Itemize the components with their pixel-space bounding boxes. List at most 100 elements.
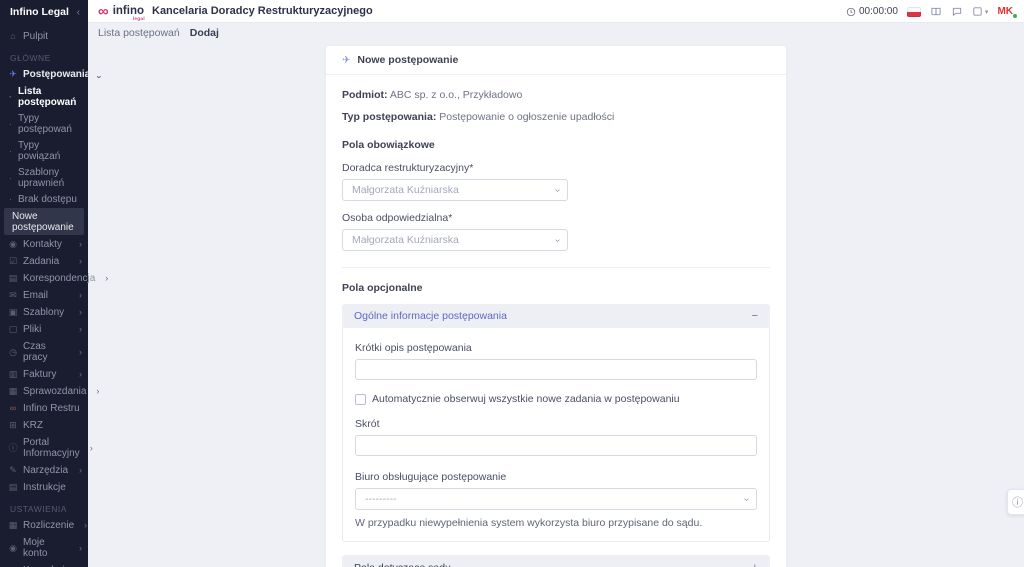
apps-icon xyxy=(972,6,983,17)
sidebar-item-brak-dostepu[interactable]: ·Brak dostępu xyxy=(0,191,88,207)
sidebar-item-portal-informacyjny[interactable]: ⓘPortal Informacyjny› xyxy=(0,434,88,462)
chevron-right-icon: › xyxy=(74,465,82,476)
sidebar-item-label: Lista postępowań xyxy=(18,86,82,108)
work-timer[interactable]: 00:00:00 xyxy=(846,6,898,17)
sidebar-item-instrukcje[interactable]: ▤Instrukcje xyxy=(0,479,88,496)
typ-postepowania-row: Typ postępowania: Postępowanie o ogłosze… xyxy=(342,111,770,123)
chevron-right-icon: › xyxy=(85,443,93,454)
page-content: ✈ Nowe postępowanie Podmiot: ABC sp. z o… xyxy=(88,42,1024,567)
card-body: Podmiot: ABC sp. z o.o., Przykładowo Typ… xyxy=(326,75,786,567)
biuro-selected-value: --------- xyxy=(365,493,396,505)
chevron-right-icon: › xyxy=(74,256,82,267)
podmiot-label: Podmiot: xyxy=(342,89,388,101)
expand-plus-icon: + xyxy=(752,562,758,567)
sidebar-item-typy-postepowan[interactable]: ·Typy postępowań xyxy=(0,110,88,137)
sidebar: Infino Legal ‹ ⌂PulpitGŁÓWNE✈Postępowani… xyxy=(0,0,88,567)
sidebar-item-typy-powiazan[interactable]: ·Typy powiązań xyxy=(0,137,88,164)
sidebar-item-kancelaria[interactable]: ▢Kancelaria› xyxy=(0,562,88,567)
sidebar-item-label: Faktury xyxy=(23,369,69,380)
chevron-right-icon: › xyxy=(74,324,82,335)
krz-icon: ⊞ xyxy=(8,420,18,431)
logo-sub-label: legal xyxy=(133,16,145,21)
sidebar-item-kontakty[interactable]: ◉Kontakty› xyxy=(0,236,88,253)
sidebar-item-szablony[interactable]: ▣Szablony› xyxy=(0,304,88,321)
sidebar-item-postepowania[interactable]: ✈Postępowania› xyxy=(0,66,88,83)
chevron-right-icon: › xyxy=(91,386,99,397)
sidebar-item-label: Infino Restru xyxy=(23,403,82,414)
sidebar-brand: Infino Legal xyxy=(10,6,69,18)
bullet-icon: · xyxy=(9,119,14,129)
court-fields-accordion-header[interactable]: Pola dotyczące sądu + xyxy=(342,555,770,567)
sidebar-item-sprawozdania[interactable]: ▦Sprawozdania› xyxy=(0,383,88,400)
reports-icon: ▦ xyxy=(8,386,18,397)
topbar: ∞ infinolegal Kancelaria Doradcy Restruk… xyxy=(88,0,1024,23)
sidebar-item-label: Rozliczenie xyxy=(23,520,74,531)
chevron-down-icon: ▾ xyxy=(985,8,989,16)
general-info-accordion-header[interactable]: Ogólne informacje postępowania − xyxy=(342,304,770,328)
sidebar-item-lista-postepowan[interactable]: · Lista postępowań xyxy=(0,83,88,110)
sidebar-item-pliki[interactable]: ▢Pliki› xyxy=(0,321,88,338)
logo-wordmark: infinolegal xyxy=(113,5,144,17)
auto-observe-label: Automatycznie obserwuj wszystkie nowe za… xyxy=(372,393,680,405)
sidebar-item-label: Postępowania xyxy=(23,69,90,80)
sidebar-item-pulpit[interactable]: ⌂Pulpit xyxy=(0,28,88,45)
online-status-dot xyxy=(1012,13,1018,19)
general-info-title: Ogólne informacje postępowania xyxy=(354,310,507,322)
chevron-right-icon: › xyxy=(74,347,82,358)
sidebar-brand-row: Infino Legal ‹ xyxy=(0,0,88,24)
typ-postepowania-value: Postępowanie o ogłoszenie upadłości xyxy=(439,111,614,123)
collapse-minus-icon: − xyxy=(752,310,758,322)
paper-plane-icon: ✈ xyxy=(8,69,18,80)
card-title: Nowe postępowanie xyxy=(357,54,458,66)
sidebar-item-rozliczenie[interactable]: ▦Rozliczenie› xyxy=(0,517,88,534)
podmiot-row: Podmiot: ABC sp. z o.o., Przykładowo xyxy=(342,89,770,101)
doradca-select[interactable]: Małgorzata Kuźniarska › xyxy=(342,179,568,201)
krotki-opis-label: Krótki opis postępowania xyxy=(355,342,757,354)
book-icon xyxy=(930,6,942,17)
podmiot-value: ABC sp. z o.o., Przykładowo xyxy=(390,89,522,101)
sidebar-item-label: Czas pracy xyxy=(23,341,69,363)
breadcrumb-lista-postepowan[interactable]: Lista postępowań xyxy=(98,27,180,39)
chevron-right-icon: › xyxy=(74,543,82,554)
sidebar-item-label: Szablony uprawnień xyxy=(18,167,82,189)
auto-observe-checkbox[interactable] xyxy=(355,394,366,405)
sidebar-item-czas-pracy[interactable]: ◷Czas pracy› xyxy=(0,338,88,366)
court-fields-title: Pola dotyczące sądu xyxy=(354,562,451,567)
sidebar-item-faktury[interactable]: ▥Faktury› xyxy=(0,366,88,383)
sidebar-item-label: Portal Informacyjny xyxy=(23,437,80,459)
help-widget-button[interactable]: ⓘ xyxy=(1007,489,1024,515)
sidebar-item-label: Moje konto xyxy=(23,537,69,559)
sidebar-item-email[interactable]: ✉Email› xyxy=(0,287,88,304)
osoba-selected-value: Małgorzata Kuźniarska xyxy=(352,234,459,246)
sidebar-item-korespondencja[interactable]: ▤Korespondencja› xyxy=(0,270,88,287)
tasks-icon: ☑ xyxy=(8,256,18,267)
krotki-opis-input[interactable] xyxy=(355,359,757,380)
sidebar-item-szablony-uprawnien[interactable]: · Szablony uprawnień xyxy=(0,164,88,191)
portal-icon: ⓘ xyxy=(8,443,18,454)
user-avatar[interactable]: MK xyxy=(997,6,1016,17)
sidebar-item-narzedzia[interactable]: ✎Narzędzia› xyxy=(0,462,88,479)
sidebar-section-label: USTAWIENIA xyxy=(0,496,88,517)
chevron-right-icon: › xyxy=(100,273,108,284)
sidebar-item-moje-konto[interactable]: ◉Moje konto› xyxy=(0,534,88,562)
bullet-icon: · xyxy=(9,92,14,102)
sidebar-item-nowe-postepowanie[interactable]: ·Nowe postępowanie xyxy=(4,208,84,235)
sidebar-item-zadania[interactable]: ☑Zadania› xyxy=(0,253,88,270)
apps-menu-button[interactable]: ▾ xyxy=(972,6,989,17)
required-fields-heading: Pola obowiązkowe xyxy=(342,139,770,151)
language-flag-button[interactable] xyxy=(907,7,921,17)
timer-value: 00:00:00 xyxy=(859,6,898,17)
bullet-icon: · xyxy=(9,173,14,183)
osoba-select[interactable]: Małgorzata Kuźniarska › xyxy=(342,229,568,251)
biuro-select[interactable]: --------- › xyxy=(355,488,757,510)
sidebar-item-label: Nowe postępowanie xyxy=(12,211,78,233)
sidebar-nav: ⌂PulpitGŁÓWNE✈Postępowania›·Lista postęp… xyxy=(0,24,88,567)
chat-button[interactable] xyxy=(951,6,963,17)
knowledge-base-button[interactable] xyxy=(930,6,942,17)
sidebar-item-krz[interactable]: ⊞KRZ xyxy=(0,417,88,434)
sidebar-item-infino-restru[interactable]: ∞Infino Restru xyxy=(0,400,88,417)
card-header: ✈ Nowe postępowanie xyxy=(326,46,786,75)
sidebar-item-label: Instrukcje xyxy=(23,482,82,493)
skrot-input[interactable] xyxy=(355,435,757,456)
sidebar-collapse-button[interactable]: ‹ xyxy=(77,7,80,18)
